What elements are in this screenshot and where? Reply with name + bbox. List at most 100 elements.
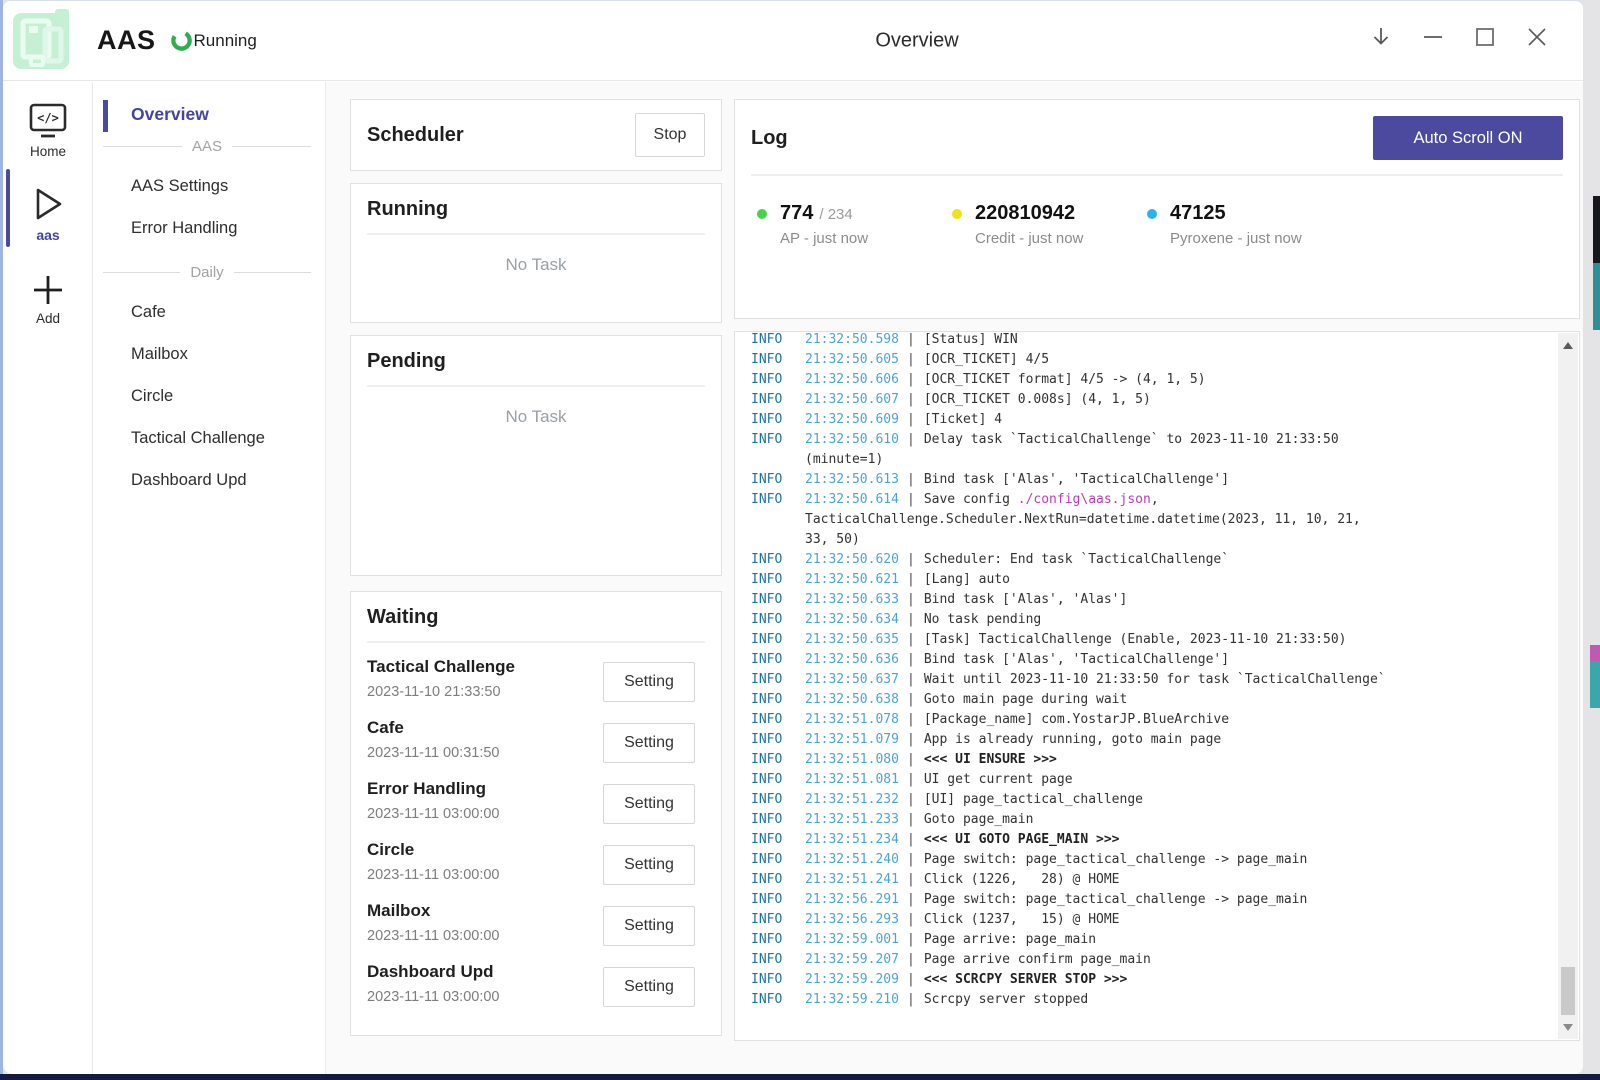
log-timestamp: 21:32:51.240 <box>805 850 899 870</box>
log-separator: | <box>899 432 924 447</box>
sidebar-item-tactical-challenge[interactable]: Tactical Challenge <box>93 419 325 461</box>
scrollbar-up-button[interactable] <box>1558 335 1578 355</box>
nav-item-aas[interactable]: aas <box>3 167 93 249</box>
sidebar-section-divider: AAS <box>103 125 311 167</box>
scrollbar-thumb[interactable] <box>1561 967 1575 1015</box>
log-line: INFO21:32:56.293|Click (1237, 15) @ HOME <box>751 910 1549 930</box>
log-timestamp: 21:32:50.633 <box>805 590 899 610</box>
divider-line <box>103 272 180 273</box>
log-separator: | <box>899 392 924 407</box>
task-setting-button-dashboard-upd[interactable]: Setting <box>603 967 695 1007</box>
sidebar-item-cafe[interactable]: Cafe <box>93 293 325 335</box>
task-setting-button-cafe[interactable]: Setting <box>603 723 695 763</box>
minimize-button[interactable] <box>1407 15 1459 59</box>
pending-title: Pending <box>367 350 705 373</box>
log-line: INFO21:32:50.609|[Ticket] 4 <box>751 410 1549 430</box>
log-message: Goto main page during wait <box>924 692 1128 707</box>
log-timestamp: 21:32:56.293 <box>805 910 899 930</box>
log-level: INFO <box>751 390 805 410</box>
log-separator: | <box>899 992 924 1007</box>
log-line: INFO21:32:50.635|[Task] TacticalChalleng… <box>751 630 1549 650</box>
log-text: , <box>1151 492 1159 507</box>
stat-dot <box>757 209 767 219</box>
task-setting-button-circle[interactable]: Setting <box>603 845 695 885</box>
desktop-artifact <box>1593 263 1600 330</box>
log-line: INFO21:32:50.613|Bind task ['Alas', 'Tac… <box>751 470 1549 490</box>
sidebar-item-dashboard-upd[interactable]: Dashboard Upd <box>93 461 325 503</box>
log-card: Log Auto Scroll ON 774/ 234AP - just now… <box>734 99 1580 319</box>
log-text: <<< UI ENSURE >>> <box>924 752 1057 767</box>
auto-scroll-toggle-button[interactable]: Auto Scroll ON <box>1373 116 1563 160</box>
pending-empty-note: No Task <box>367 407 705 427</box>
waiting-task-info: Mailbox2023-11-11 03:00:00 <box>367 895 500 956</box>
sidebar-item-overview[interactable]: Overview <box>103 104 325 125</box>
log-separator: | <box>899 612 924 627</box>
config-sidebar: Overview AASAAS SettingsError Handling Da… <box>93 82 326 1074</box>
task-setting-button-tactical-challenge[interactable]: Setting <box>603 662 695 702</box>
task-setting-button-mailbox[interactable]: Setting <box>603 906 695 946</box>
waiting-task-info: Tactical Challenge2023-11-10 21:33:50 <box>367 651 515 712</box>
log-message: <<< SCRCPY SERVER STOP >>> <box>924 972 1128 987</box>
log-message: Page switch: page_tactical_challenge -> … <box>924 892 1308 907</box>
log-text: Bind task ['Alas', 'TacticalChallenge'] <box>924 652 1229 667</box>
stat-caption: Credit - just now <box>975 230 1083 247</box>
log-timestamp: 21:32:50.610 <box>805 430 899 450</box>
log-message: [OCR_TICKET 0.008s] (4, 1, 5) <box>924 392 1151 407</box>
dashboard-stats: 774/ 234AP - just now220810942Credit - j… <box>751 202 1563 247</box>
log-level: INFO <box>751 570 805 590</box>
task-setting-button-error-handling[interactable]: Setting <box>603 784 695 824</box>
hide-to-tray-button[interactable] <box>1355 15 1407 59</box>
nav-item-home[interactable]: </> Home <box>3 82 93 159</box>
log-text: Delay task `TacticalChallenge` to 2023-1… <box>924 432 1339 447</box>
log-level: INFO <box>751 690 805 710</box>
waiting-task-row: Dashboard Upd2023-11-11 03:00:00Setting <box>367 956 705 1017</box>
log-separator: | <box>899 772 924 787</box>
log-text: Wait until 2023-11-10 21:33:50 for task … <box>924 672 1386 687</box>
play-icon <box>30 185 66 223</box>
log-message: Scheduler: End task `TacticalChallenge` <box>924 552 1229 567</box>
log-line: INFO21:32:50.605|[OCR_TICKET] 4/5 <box>751 350 1549 370</box>
log-message: Scrcpy server stopped <box>924 992 1088 1007</box>
log-timestamp: 21:32:51.080 <box>805 750 899 770</box>
nav-item-add[interactable]: Add <box>3 257 93 326</box>
log-message: [Status] WIN <box>924 332 1018 347</box>
section-label: Daily <box>180 264 233 281</box>
log-timestamp: 21:32:50.638 <box>805 690 899 710</box>
log-timestamp: 21:32:50.613 <box>805 470 899 490</box>
sidebar-item-aas-settings[interactable]: AAS Settings <box>93 167 325 209</box>
log-message: Goto page_main <box>924 812 1034 827</box>
sidebar-item-error-handling[interactable]: Error Handling <box>93 209 325 251</box>
log-separator: | <box>899 952 924 967</box>
log-scrollbar[interactable] <box>1558 333 1578 1039</box>
sidebar-item-mailbox[interactable]: Mailbox <box>93 335 325 377</box>
log-line: INFO21:32:51.233|Goto page_main <box>751 810 1549 830</box>
pending-card: Pending No Task <box>350 335 722 576</box>
sidebar-item-circle[interactable]: Circle <box>93 377 325 419</box>
waiting-title: Waiting <box>367 606 705 629</box>
log-line: INFO21:32:51.241|Click (1226, 28) @ HOME <box>751 870 1549 890</box>
log-line: INFO21:32:50.638|Goto main page during w… <box>751 690 1549 710</box>
log-message: Page switch: page_tactical_challenge -> … <box>924 852 1308 867</box>
nav-label-aas: aas <box>36 227 59 243</box>
plus-icon <box>30 273 66 307</box>
log-line: INFO21:32:50.620|Scheduler: End task `Ta… <box>751 550 1549 570</box>
running-title: Running <box>367 198 705 221</box>
desktop-artifact <box>1593 196 1600 263</box>
nav-label-add: Add <box>36 311 60 326</box>
log-timestamp: 21:32:50.621 <box>805 570 899 590</box>
close-button[interactable] <box>1511 15 1563 59</box>
stat-pyroxene: 47125Pyroxene - just now <box>1147 202 1342 247</box>
log-text: Click (1226, 28) @ HOME <box>924 872 1120 887</box>
log-level: INFO <box>751 350 805 370</box>
log-message: Bind task ['Alas', 'Alas'] <box>924 592 1128 607</box>
log-separator: | <box>899 632 924 647</box>
log-separator: | <box>899 972 924 987</box>
scheduler-stop-button[interactable]: Stop <box>635 113 705 157</box>
log-separator: | <box>899 932 924 947</box>
maximize-button[interactable] <box>1459 15 1511 59</box>
waiting-task-name: Circle <box>367 840 500 860</box>
scrollbar-down-button[interactable] <box>1558 1017 1578 1037</box>
waiting-task-row: Circle2023-11-11 03:00:00Setting <box>367 834 705 895</box>
scheduler-card: Scheduler Stop <box>350 99 722 171</box>
window-title: Overview <box>875 29 958 52</box>
